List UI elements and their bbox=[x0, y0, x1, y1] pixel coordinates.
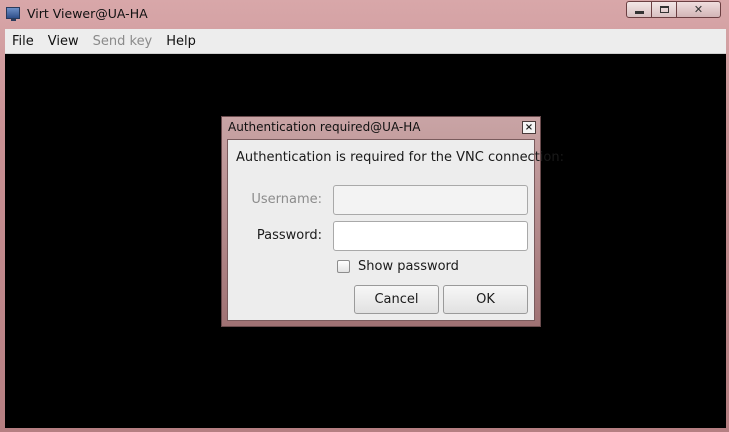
title-bar[interactable]: Virt Viewer@UA-HA ✕ bbox=[0, 0, 729, 28]
menu-help[interactable]: Help bbox=[159, 34, 203, 49]
menu-view[interactable]: View bbox=[41, 34, 86, 49]
close-icon: ✕ bbox=[693, 3, 704, 16]
close-button[interactable]: ✕ bbox=[677, 1, 721, 18]
auth-dialog: Authentication required@UA-HA × Authenti… bbox=[221, 116, 564, 327]
close-icon: × bbox=[524, 122, 534, 133]
app-icon bbox=[6, 7, 20, 21]
username-field bbox=[333, 185, 528, 215]
password-label: Password: bbox=[256, 228, 322, 243]
menu-send-key: Send key bbox=[92, 33, 153, 49]
ok-button[interactable]: OK bbox=[443, 285, 528, 314]
menu-file[interactable]: File bbox=[5, 34, 41, 49]
minimize-icon bbox=[634, 11, 644, 14]
window-controls: ✕ bbox=[626, 1, 721, 19]
maximize-button[interactable] bbox=[652, 1, 677, 18]
dialog-title: Authentication required@UA-HA bbox=[228, 120, 421, 134]
cancel-button[interactable]: Cancel bbox=[354, 285, 439, 314]
app-window: Virt Viewer@UA-HA ✕ File View Send key H… bbox=[0, 0, 729, 432]
minimize-button[interactable] bbox=[626, 1, 652, 18]
show-password-checkbox[interactable] bbox=[337, 260, 350, 273]
maximize-icon bbox=[659, 6, 669, 13]
dialog-content: Authentication is required for the VNC c… bbox=[227, 139, 564, 321]
menu-bar: File View Send key Help bbox=[5, 29, 726, 54]
show-password-label[interactable]: Show password bbox=[358, 259, 459, 274]
dialog-close-button[interactable]: × bbox=[522, 121, 536, 134]
window-title: Virt Viewer@UA-HA bbox=[27, 6, 148, 21]
password-field[interactable] bbox=[333, 221, 528, 251]
username-label: Username: bbox=[251, 192, 322, 207]
auth-message: Authentication is required for the VNC c… bbox=[236, 150, 564, 165]
